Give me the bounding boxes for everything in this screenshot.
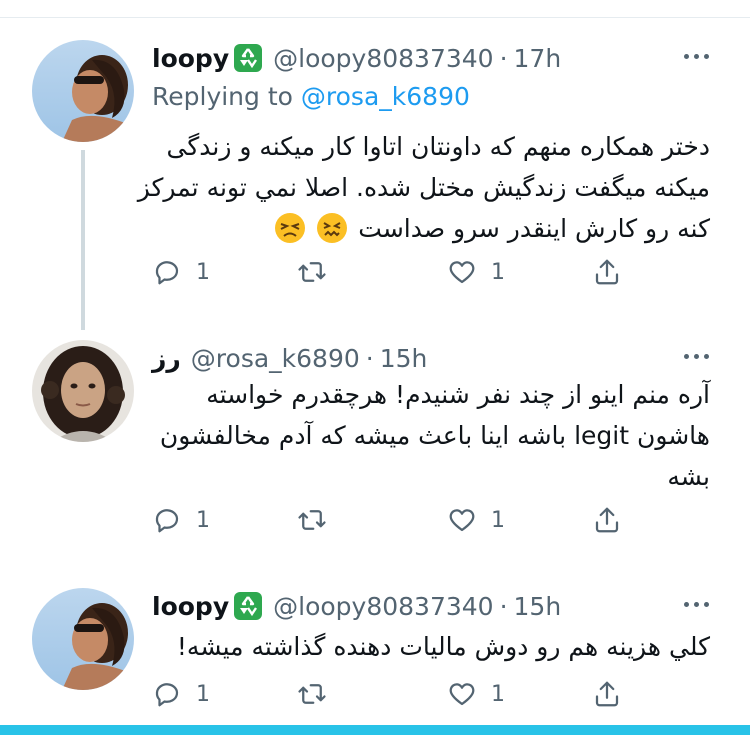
- tweet-text-line: دختر همکاره منهم که داونتان اتاوا کار می…: [166, 132, 711, 161]
- tweet-actions: 1 1: [152, 252, 672, 292]
- share-button[interactable]: [592, 674, 622, 714]
- display-name[interactable]: رز: [152, 344, 181, 373]
- tweet-text-line: کنه رو کارش اینقدر سرو صداست: [358, 214, 710, 243]
- tweet-actions: 1 1: [152, 674, 672, 714]
- separator-dot: ·: [365, 343, 374, 373]
- tweet-header: loopy @loopy80837340 · 15h: [152, 588, 690, 624]
- bottom-accent-bar: [0, 725, 750, 735]
- heart-icon: [449, 261, 475, 284]
- retweet-button[interactable]: [297, 500, 341, 540]
- tweet-header: loopy @loopy80837340 · 17h: [152, 40, 690, 76]
- tweet-text: دختر همکاره منهم که داونتان اتاوا کار می…: [138, 126, 710, 249]
- persevering-face-emoji: [274, 212, 306, 244]
- like-button[interactable]: 1: [447, 252, 505, 292]
- tweet-2[interactable]: رز @rosa_k6890 · 15h آره منم اینو از چند…: [0, 340, 750, 540]
- timestamp[interactable]: 15h: [514, 592, 562, 621]
- replying-to: Replying to @rosa_k6890: [152, 82, 470, 111]
- share-icon: [595, 259, 619, 285]
- separator-dot: ·: [499, 591, 508, 621]
- reply-button[interactable]: 1: [152, 252, 210, 292]
- tweet-text: کلي هزینه هم رو دوش مالیات دهنده گذاشته …: [177, 626, 710, 667]
- confounded-face-emoji: [316, 212, 348, 244]
- reply-icon: [155, 509, 179, 533]
- recycle-icon: [233, 591, 263, 621]
- avatar[interactable]: [32, 40, 134, 142]
- separator-dot: ·: [499, 43, 508, 73]
- tweet-text-line-with-emoji: کنه رو کارش اینقدر سرو صداست: [138, 208, 710, 249]
- reply-button[interactable]: 1: [152, 674, 210, 714]
- timestamp[interactable]: 15h: [380, 344, 428, 373]
- retweet-button[interactable]: [297, 674, 341, 714]
- reply-icon: [155, 683, 179, 707]
- top-divider: [0, 17, 750, 18]
- user-handle[interactable]: @loopy80837340: [273, 44, 493, 73]
- avatar[interactable]: [32, 588, 134, 690]
- more-options-icon[interactable]: [676, 46, 716, 66]
- tweet-text-line: کلي هزینه هم رو دوش مالیات دهنده گذاشته …: [176, 632, 710, 661]
- user-handle[interactable]: @rosa_k6890: [191, 344, 360, 373]
- retweet-icon: [298, 510, 326, 530]
- reply-button[interactable]: 1: [152, 500, 210, 540]
- user-handle[interactable]: @loopy80837340: [273, 592, 493, 621]
- tweet-text-line: میکنه میگفت زندگیش مختل شده. اصلا نمي تو…: [137, 173, 710, 202]
- avatar[interactable]: [32, 340, 134, 442]
- reply-icon: [155, 261, 179, 285]
- tweet-text-line: آره منم اینو از چند نفر شنیدم! هرچقدرم خ…: [206, 380, 710, 409]
- retweet-button[interactable]: [297, 252, 341, 292]
- more-options-icon[interactable]: [676, 594, 716, 614]
- tweet-text-line: بشه: [667, 462, 710, 491]
- heart-icon: [449, 683, 475, 706]
- like-count: 1: [491, 259, 505, 285]
- like-count: 1: [491, 507, 505, 533]
- retweet-icon: [298, 262, 326, 282]
- timestamp[interactable]: 17h: [514, 44, 562, 73]
- retweet-icon: [298, 684, 326, 704]
- share-icon: [595, 507, 619, 533]
- tweet-text-line: هاشون legit باشه اینا باعث میشه که آدم م…: [159, 421, 710, 450]
- recycle-icon: [233, 43, 263, 73]
- replying-to-mention[interactable]: @rosa_k6890: [301, 82, 470, 111]
- like-button[interactable]: 1: [447, 674, 505, 714]
- display-name[interactable]: loopy: [152, 44, 229, 73]
- share-icon: [595, 681, 619, 707]
- display-name[interactable]: loopy: [152, 592, 229, 621]
- replying-to-label: Replying to: [152, 82, 293, 111]
- like-count: 1: [491, 681, 505, 707]
- thread-line: [81, 150, 85, 330]
- reply-count: 1: [196, 259, 210, 285]
- tweet-actions: 1 1: [152, 500, 672, 540]
- tweet-text: آره منم اینو از چند نفر شنیدم! هرچقدرم خ…: [160, 374, 710, 497]
- share-button[interactable]: [592, 252, 622, 292]
- reply-count: 1: [196, 507, 210, 533]
- share-button[interactable]: [592, 500, 622, 540]
- heart-icon: [449, 509, 475, 532]
- more-options-icon[interactable]: [676, 346, 716, 366]
- tweet-1[interactable]: loopy @loopy80837340 · 17h Replying to @…: [0, 40, 750, 330]
- tweet-3[interactable]: loopy @loopy80837340 · 15h کلي هزینه هم …: [0, 588, 750, 718]
- reply-count: 1: [196, 681, 210, 707]
- tweet-header: رز @rosa_k6890 · 15h: [152, 340, 690, 376]
- like-button[interactable]: 1: [447, 500, 505, 540]
